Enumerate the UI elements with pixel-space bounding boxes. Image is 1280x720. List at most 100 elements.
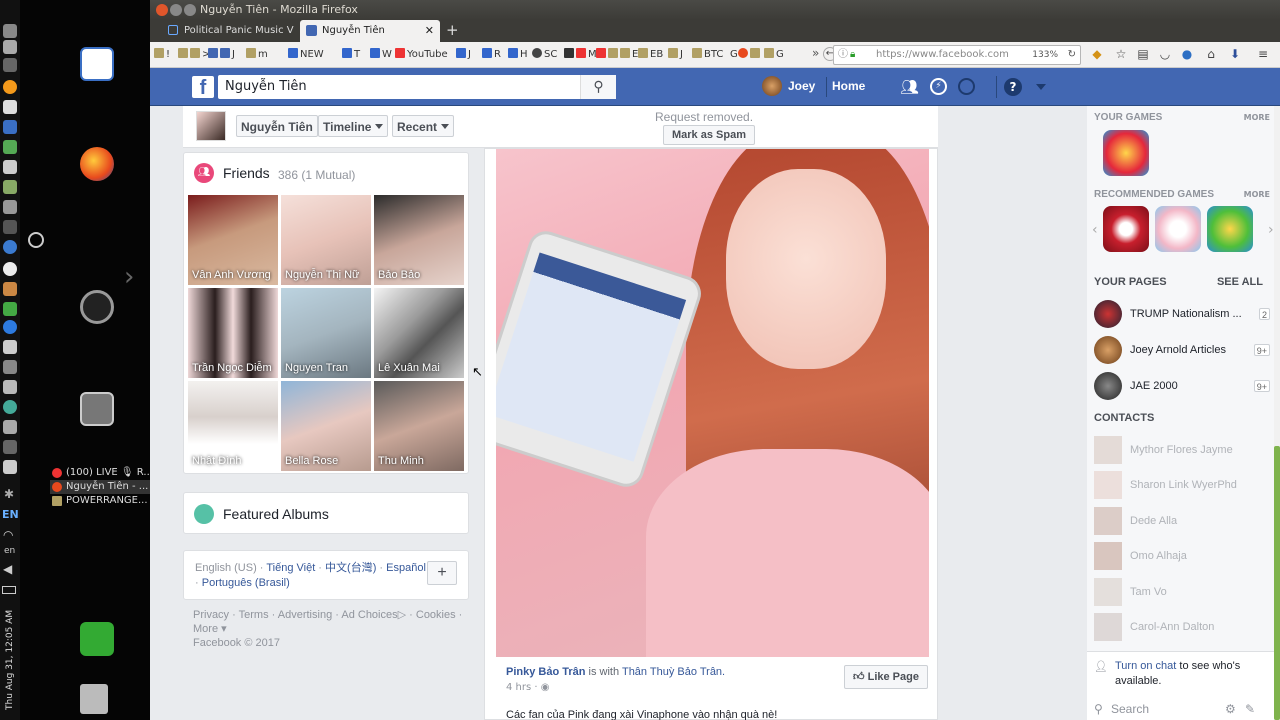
recent-dropdown[interactable]: Recent [392,115,455,137]
app-icon[interactable] [3,160,17,174]
friend-tile[interactable]: Nguyễn Thị Nữ [281,195,371,285]
task-item[interactable]: (100) LIVE 🎙 R... [50,466,150,480]
bookmark-item[interactable]: m [246,47,268,63]
bookmark-item[interactable]: SC [532,47,557,63]
firefox-icon[interactable] [80,147,114,181]
contact-row[interactable]: Tam Vo [1094,577,1272,607]
more-games-link[interactable]: MORE [1244,113,1270,122]
contact-row[interactable]: Dede Alla [1094,506,1272,536]
timeline-dropdown[interactable]: Timeline [318,115,389,137]
app-icon[interactable] [3,200,17,214]
app-icon[interactable] [3,180,17,194]
friends-title[interactable]: Friends [223,165,270,181]
app-icon[interactable] [3,240,17,254]
footer-link[interactable]: Advertising [278,609,332,621]
app-icon[interactable] [3,420,17,434]
close-tab-icon[interactable]: ✕ [425,20,434,42]
app-icon[interactable] [3,340,17,354]
language-link[interactable]: Português (Brasil) [202,577,290,589]
facebook-logo-icon[interactable]: f [192,76,214,99]
app-icon[interactable] [3,380,17,394]
messenger-icon[interactable]: ⚡︎ [930,78,947,95]
close-window-icon[interactable] [156,4,168,16]
bookmark-item[interactable]: R [482,47,501,63]
contact-row[interactable]: Mythor Flores Jayme [1094,435,1272,465]
profile-thumbnail[interactable] [196,111,226,141]
tab-nguyen-tien[interactable]: Nguyễn Tiên ✕ [300,20,440,42]
scrollbar-thumb[interactable] [1274,446,1280,720]
add-language-plus-icon[interactable]: + [427,561,457,585]
app-icon[interactable] [3,100,17,114]
keyboard-lang[interactable]: EN [2,508,19,521]
bookmark-item[interactable]: J [456,47,471,63]
app-icon[interactable] [3,58,17,72]
calendar-icon[interactable] [3,120,17,134]
carousel-prev-chevron-icon[interactable]: ‹ [1092,222,1098,238]
bookmark-item[interactable]: BTC [692,47,723,63]
post-author-link[interactable]: Pinky Bảo Trân [506,666,585,678]
search-icon[interactable]: ⚲ [580,75,616,99]
ball-icon[interactable] [3,262,17,276]
wifi-icon[interactable]: ◠ [3,528,13,542]
app-icon[interactable] [3,460,17,474]
carousel-next-chevron-icon[interactable]: › [1268,222,1274,238]
footer-link[interactable]: Terms [239,609,269,621]
user-share-icon[interactable] [80,622,114,656]
account-menu-caret-icon[interactable] [1036,84,1046,90]
app-icon[interactable] [3,282,17,296]
footer-link[interactable]: Privacy [193,609,229,621]
home-icon[interactable]: ⌂ [1204,47,1218,61]
app-icon[interactable] [3,24,17,38]
bookmark-youtube[interactable]: YouTube [395,47,448,63]
task-item[interactable]: POWERRANGE... [50,494,150,508]
language-link[interactable]: Tiếng Việt [266,562,315,574]
pocket-icon[interactable]: ◡ [1158,47,1172,61]
friend-tile[interactable]: Bảo Bảo [374,195,464,285]
friend-tile[interactable]: Thu Minh [374,381,464,471]
dock-expand-chevron-icon[interactable]: › [124,262,134,292]
contact-row[interactable]: Sharon Link WyerPhd [1094,470,1272,500]
star-bookmark-icon[interactable]: ☆ [1114,47,1128,61]
clipboard-icon[interactable]: ▤ [1136,47,1150,61]
bookmark-item[interactable]: M [564,47,597,63]
mark-as-spam-button[interactable]: Mark as Spam [663,125,755,145]
obs-icon[interactable] [28,232,44,248]
turn-on-chat-link[interactable]: Turn on chat [1115,660,1176,672]
fb-search-input[interactable]: Nguyễn Tiên [218,75,616,99]
more-recommended-link[interactable]: MORE [1244,190,1270,199]
friend-tile[interactable]: Nhật Đình [188,381,278,471]
compose-icon[interactable]: ✎ [1245,702,1255,716]
bookmark-item[interactable]: H [508,47,528,63]
post-tag-link[interactable]: Thân Thuỳ Bảo Trân. [622,666,725,678]
battery-icon[interactable] [2,586,16,594]
task-item[interactable]: Nguyễn Tiên - ... [50,480,150,494]
candy-crush-game-icon[interactable] [1103,130,1149,176]
game-icon[interactable] [1155,206,1201,252]
featured-albums-title[interactable]: Featured Albums [223,506,329,522]
chrome-icon[interactable] [3,320,17,334]
maximize-window-icon[interactable] [184,4,196,16]
extension-icon[interactable]: ● [1180,47,1194,61]
bookmark-item[interactable]: W [370,47,392,63]
app-icon[interactable] [3,440,17,454]
volume-icon[interactable]: ◀ [3,562,12,576]
page-row[interactable]: Joey Arnold Articles 9+ [1094,335,1272,365]
friend-tile[interactable]: Trần Ngọc Diễm [188,288,278,378]
page-scrollbar[interactable] [1274,106,1280,720]
friend-tile[interactable]: Vân Anh Vương [188,195,278,285]
contact-row[interactable]: Carol-Ann Dalton [1094,612,1272,642]
bookmark-item[interactable]: NEW [288,47,324,63]
friend-tile[interactable]: Bella Rose [281,381,371,471]
app-icon[interactable] [3,360,17,374]
like-page-button[interactable]: 👍︎ Like Page [844,665,928,689]
language-link[interactable]: 中文(台灣) [325,562,376,574]
bookmark-item[interactable]: EB [638,47,663,63]
help-question-icon[interactable]: ? [1004,78,1022,96]
app-icon[interactable] [3,302,17,316]
bookmark-item[interactable]: T [342,47,360,63]
ubuntu-icon[interactable] [80,290,114,324]
app-icon[interactable] [3,40,17,54]
footer-link[interactable]: More [193,623,218,635]
bookmark-item[interactable]: G [730,47,762,63]
see-all-link[interactable]: SEE ALL [1217,276,1263,288]
